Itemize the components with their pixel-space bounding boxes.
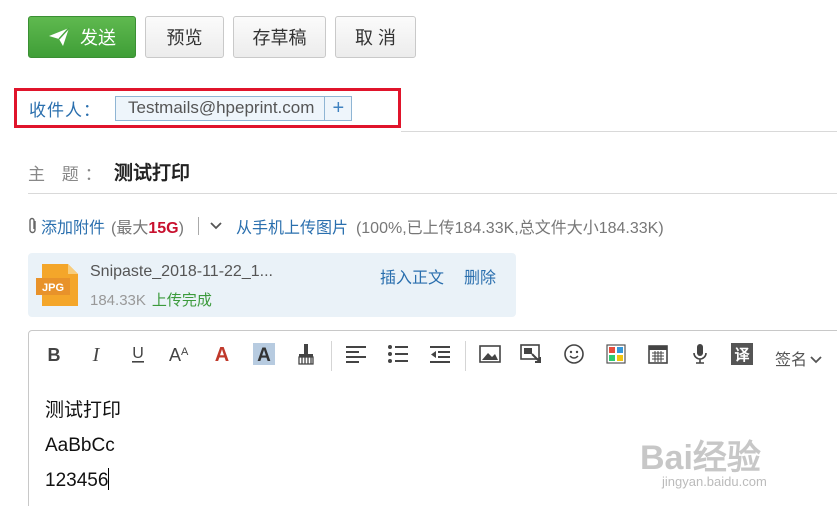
toolbar-separator	[331, 341, 332, 371]
mosaic-icon[interactable]	[603, 341, 629, 367]
chevron-down-icon	[810, 356, 822, 364]
translate-icon[interactable]: 译	[729, 341, 755, 367]
preview-button[interactable]: 预览	[145, 16, 224, 58]
recipient-row: 收件人： Testmails@hpeprint.com +	[14, 88, 401, 128]
recipient-divider	[401, 131, 837, 132]
recipient-label[interactable]: 收件人：	[29, 96, 101, 121]
bold-icon[interactable]: B	[41, 341, 67, 367]
underline-icon[interactable]: U	[125, 341, 151, 367]
compose-actions: 发送 预览 存草稿 取 消	[28, 16, 416, 58]
editor-line: 123456	[45, 468, 110, 491]
text-caret	[108, 468, 110, 490]
file-size: 184.33K	[90, 292, 146, 309]
add-recipient-button[interactable]: +	[324, 96, 351, 120]
send-button[interactable]: 发送	[28, 16, 136, 58]
list-icon[interactable]	[385, 341, 411, 367]
cancel-button[interactable]: 取 消	[335, 16, 416, 58]
watermark-logo: Bai经验	[640, 439, 761, 477]
svg-text:A: A	[257, 345, 271, 365]
highlight-icon[interactable]: A	[251, 341, 277, 367]
subject-input[interactable]: 测试打印	[114, 158, 190, 185]
upload-complete-status: 上传完成	[151, 292, 212, 309]
paper-plane-icon	[49, 27, 70, 46]
upload-status: (100%,已上传184.33K,总文件大小184.33K)	[355, 220, 664, 237]
svg-text:I: I	[92, 345, 101, 363]
font-size-icon[interactable]: AA	[167, 341, 193, 367]
paperclip-icon[interactable]	[28, 217, 38, 235]
emoji-icon[interactable]	[561, 341, 587, 367]
file-type-label: JPG	[42, 282, 64, 294]
attachment-toolbar: 添加附件 (最大15G) 从手机上传图片 (100%,已上传184.33K,总文…	[28, 214, 664, 238]
file-name: Snipaste_2018-11-22_1...	[90, 263, 273, 280]
svg-text:A: A	[181, 346, 189, 358]
signature-dropdown[interactable]: 签名	[775, 346, 822, 370]
upload-from-phone-link[interactable]: 从手机上传图片	[236, 214, 348, 238]
attachment-limit: (最大15G)	[111, 220, 184, 237]
editor-toolbar: B I U AA A A 译 签名	[29, 331, 837, 379]
svg-text:U: U	[132, 345, 144, 362]
watermark-url: jingyan.baidu.com	[662, 474, 767, 489]
subject-divider	[28, 193, 837, 194]
attachment-separator	[197, 217, 199, 235]
recipient-chip[interactable]: Testmails@hpeprint.com +	[115, 95, 353, 121]
format-brush-icon[interactable]	[293, 341, 319, 367]
svg-text:B: B	[48, 345, 61, 363]
editor-body[interactable]: 测试打印 AaBbCc 123456	[45, 393, 121, 498]
editor-line: AaBbCc	[45, 435, 115, 456]
toolbar-separator	[465, 341, 466, 371]
microphone-icon[interactable]	[687, 341, 713, 367]
image-icon[interactable]	[477, 341, 503, 367]
add-attachment-link[interactable]: 添加附件	[41, 214, 105, 238]
svg-text:A: A	[215, 344, 229, 364]
insert-inline-link[interactable]: 插入正文	[380, 264, 444, 288]
indent-icon[interactable]	[427, 341, 453, 367]
recipient-email[interactable]: Testmails@hpeprint.com	[116, 98, 324, 118]
calendar-icon[interactable]	[645, 341, 671, 367]
align-left-icon[interactable]	[343, 341, 369, 367]
file-size-line: 184.33K 上传完成	[90, 289, 212, 310]
send-label: 发送	[80, 28, 116, 48]
italic-icon[interactable]: I	[83, 341, 109, 367]
svg-text:A: A	[169, 345, 181, 363]
attachment-card: JPG Snipaste_2018-11-22_1... 184.33K 上传完成…	[28, 253, 516, 317]
svg-text:译: 译	[734, 346, 750, 364]
subject-label: 主 题：	[28, 165, 108, 184]
font-color-icon[interactable]: A	[209, 341, 235, 367]
save-draft-button[interactable]: 存草稿	[233, 16, 326, 58]
delete-attachment-link[interactable]: 删除	[464, 264, 496, 288]
editor-line: 测试打印	[45, 400, 122, 421]
chevron-down-icon[interactable]	[210, 221, 222, 231]
jpg-file-icon: JPG	[36, 264, 78, 306]
screenshot-icon[interactable]	[519, 341, 545, 367]
